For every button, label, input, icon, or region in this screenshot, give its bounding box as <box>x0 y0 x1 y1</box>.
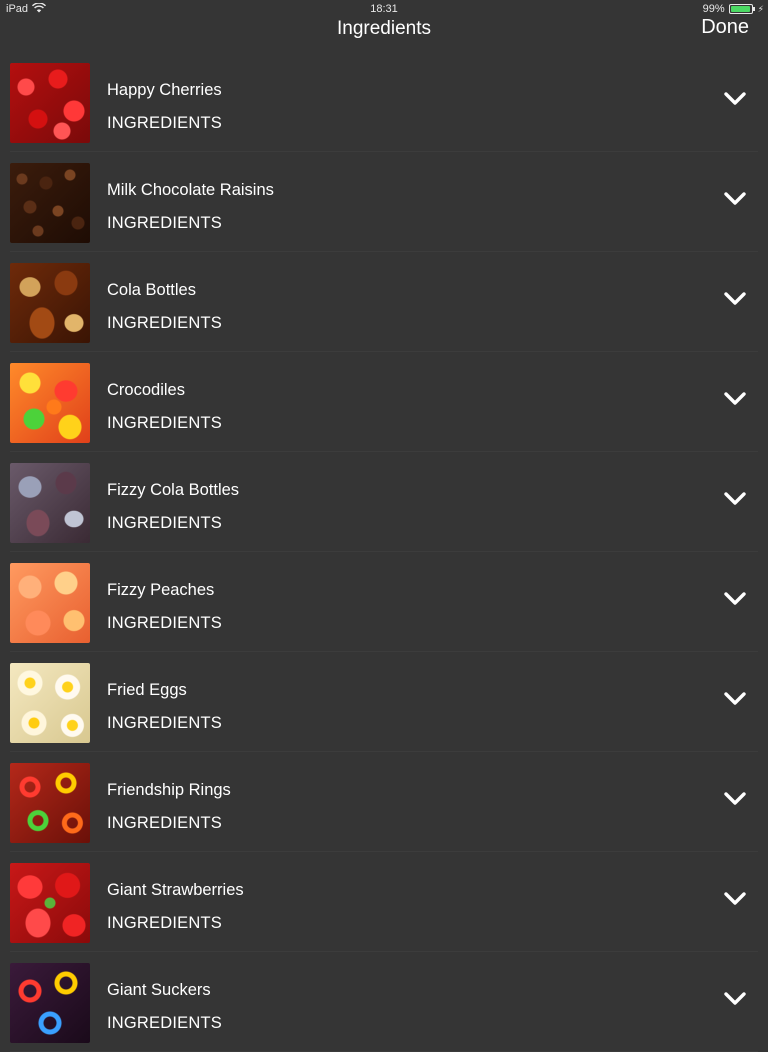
ingredients-list: Happy Cherries INGREDIENTS Milk Chocolate … <box>0 52 768 1052</box>
list-item[interactable]: Giant Suckers INGREDIENTS <box>0 952 768 1052</box>
item-title: Fried Eggs <box>107 681 187 699</box>
item-thumbnail <box>10 863 90 943</box>
chevron-down-icon[interactable] <box>724 291 746 307</box>
item-thumbnail <box>10 963 90 1043</box>
navigation-bar: Ingredients Done <box>0 14 768 46</box>
chevron-down-icon[interactable] <box>724 891 746 907</box>
item-thumbnail <box>10 463 90 543</box>
charging-bolt-icon: ⚡︎ <box>757 3 764 14</box>
item-thumbnail <box>10 263 90 343</box>
page-title: Ingredients <box>336 18 431 39</box>
item-subtitle: INGREDIENTS <box>107 214 222 232</box>
item-title: Giant Suckers <box>107 981 211 999</box>
item-subtitle: INGREDIENTS <box>107 814 222 832</box>
item-thumbnail <box>10 663 90 743</box>
item-title: Fizzy Cola Bottles <box>107 481 240 499</box>
item-title: Milk Chocolate Raisins <box>107 181 274 199</box>
chevron-down-icon[interactable] <box>724 191 746 207</box>
list-item[interactable]: Crocodiles INGREDIENTS <box>0 352 768 452</box>
item-subtitle: INGREDIENTS <box>107 614 222 632</box>
item-subtitle: INGREDIENTS <box>107 514 222 532</box>
battery-fill <box>730 6 751 12</box>
chevron-down-icon[interactable] <box>724 791 746 807</box>
item-thumbnail <box>10 763 90 843</box>
list-item[interactable]: Milk Chocolate Raisins INGREDIENTS <box>0 152 768 252</box>
battery-tip <box>752 7 755 11</box>
item-title: Friendship Rings <box>107 781 231 799</box>
item-thumbnail <box>10 363 90 443</box>
item-title: Crocodiles <box>107 381 185 399</box>
item-subtitle: INGREDIENTS <box>107 314 222 332</box>
chevron-down-icon[interactable] <box>724 991 746 1007</box>
chevron-down-icon[interactable] <box>724 591 746 607</box>
item-title: Cola Bottles <box>107 281 196 299</box>
chevron-down-icon[interactable] <box>724 491 746 507</box>
chevron-down-icon[interactable] <box>724 391 746 407</box>
list-item[interactable]: Happy Cherries INGREDIENTS <box>0 52 768 152</box>
item-thumbnail <box>10 163 90 243</box>
list-item[interactable]: Fried Eggs INGREDIENTS <box>0 652 768 752</box>
item-title: Giant Strawberries <box>107 881 244 899</box>
item-title: Happy Cherries <box>107 81 222 99</box>
list-item[interactable]: Cola Bottles INGREDIENTS <box>0 252 768 352</box>
item-subtitle: INGREDIENTS <box>107 714 222 732</box>
chevron-down-icon[interactable] <box>724 691 746 707</box>
list-item[interactable]: Fizzy Cola Bottles INGREDIENTS <box>0 452 768 552</box>
list-item[interactable]: Fizzy Peaches INGREDIENTS <box>0 552 768 652</box>
battery-icon <box>728 4 755 14</box>
list-item[interactable]: Giant Strawberries INGREDIENTS <box>0 852 768 952</box>
item-thumbnail <box>10 63 90 143</box>
list-item[interactable]: Friendship Rings INGREDIENTS <box>0 752 768 852</box>
done-button[interactable]: Done <box>701 16 749 39</box>
item-subtitle: INGREDIENTS <box>107 414 222 432</box>
item-thumbnail <box>10 563 90 643</box>
item-subtitle: INGREDIENTS <box>107 114 222 132</box>
item-title: Fizzy Peaches <box>107 581 215 599</box>
item-subtitle: INGREDIENTS <box>107 914 222 932</box>
chevron-down-icon[interactable] <box>724 91 746 107</box>
